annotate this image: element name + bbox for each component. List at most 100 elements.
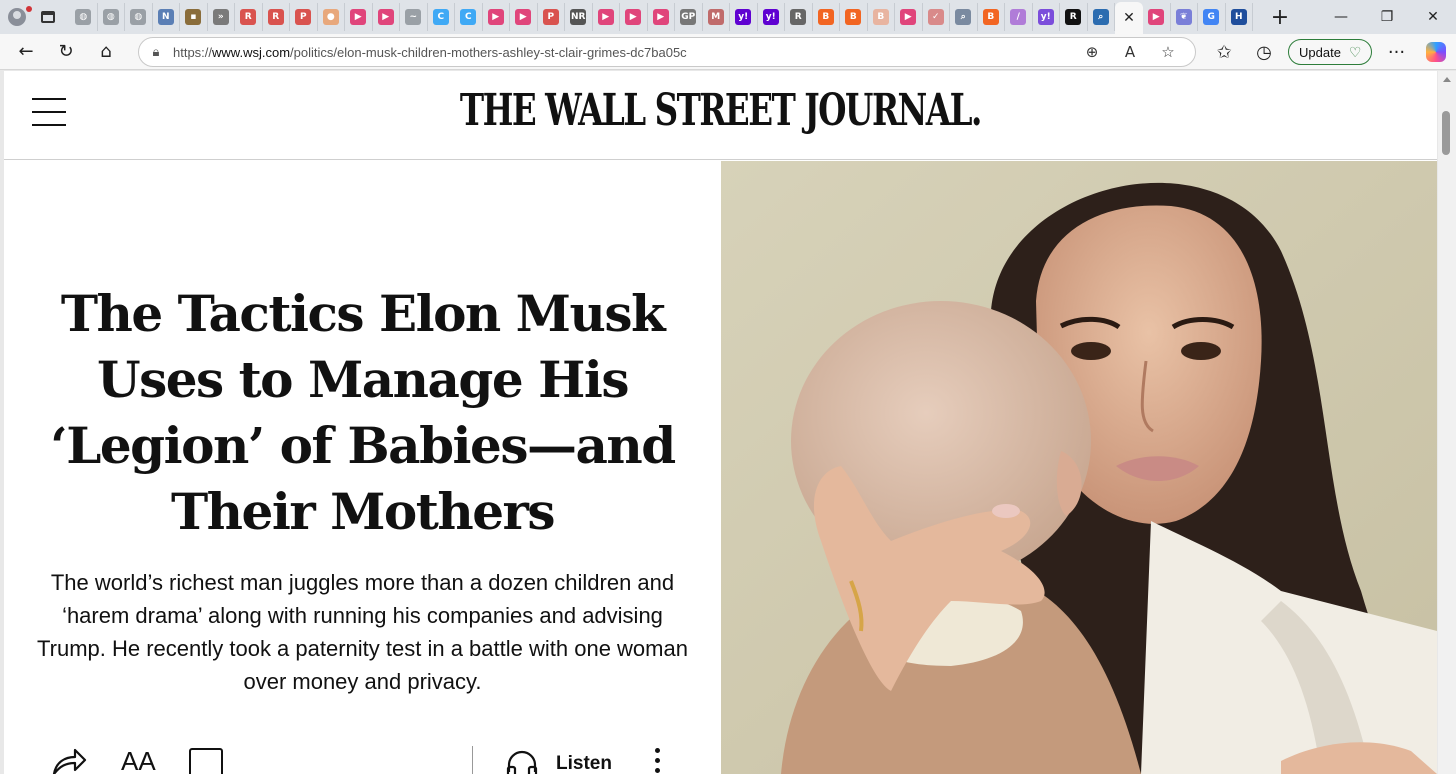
home-button[interactable]: ⌂	[86, 36, 126, 68]
browser-tab[interactable]: ▪	[180, 3, 208, 31]
profile-avatar[interactable]	[0, 0, 34, 34]
browser-tab[interactable]: B	[868, 3, 895, 31]
g-icon: G	[1203, 9, 1220, 25]
browser-tab[interactable]: GP	[675, 3, 703, 31]
save-bookmark-icon[interactable]	[189, 748, 223, 774]
browser-tab[interactable]: ▶	[620, 3, 648, 31]
tab-list: ◍ ◍ ◍ N ▪» R R P ● ▶ ▶ ~ C C ▶ ▶ P NR ▶ ▶ ▶ GP My! y! R B B B ▶ ✓ ⌕ B / y…	[70, 0, 1253, 34]
web-page: THE WALL STREET JOURNAL. The Tactics Elo…	[4, 71, 1437, 774]
browser-tab[interactable]: ●	[318, 3, 345, 31]
browser-tab[interactable]: ◍	[70, 3, 98, 31]
scroll-thumb[interactable]	[1442, 111, 1450, 155]
rss-icon: B	[845, 9, 862, 25]
browser-tab[interactable]: M	[703, 3, 730, 31]
read-aloud-icon[interactable]: A	[1111, 43, 1149, 61]
yahoo-icon: y!	[762, 9, 779, 25]
refresh-button[interactable]: ↻	[46, 36, 86, 68]
browser-tab[interactable]: C	[455, 3, 483, 31]
globe-icon: ◍	[75, 9, 92, 25]
tab-actions-icon	[41, 11, 55, 23]
restore-button[interactable]: ❐	[1364, 0, 1410, 34]
listen-button[interactable]: Listen	[556, 753, 612, 774]
browser-tab[interactable]: ⌕	[1088, 3, 1115, 31]
close-window-button[interactable]: ✕	[1410, 0, 1456, 34]
browser-tab[interactable]: ▶	[510, 3, 538, 31]
video-icon: ▶	[515, 9, 532, 25]
tab-strip: ◍ ◍ ◍ N ▪» R R P ● ▶ ▶ ~ C C ▶ ▶ P NR ▶ ▶ ▶ GP My! y! R B B B ▶ ✓ ⌕ B / y…	[0, 0, 1456, 34]
url-text[interactable]: https://www.wsj.com/politics/elon-musk-c…	[173, 45, 1073, 60]
address-bar[interactable]: 🔒︎ https://www.wsj.com/politics/elon-mus…	[138, 37, 1196, 67]
browser-tab[interactable]: R	[263, 3, 290, 31]
menu-hamburger-icon[interactable]	[32, 98, 66, 126]
browser-tab[interactable]: C	[428, 3, 455, 31]
browser-tab[interactable]: B	[978, 3, 1005, 31]
browser-tab[interactable]: H	[1226, 3, 1253, 31]
video-icon: ▶	[487, 9, 504, 25]
browser-tab[interactable]: ◍	[98, 3, 125, 31]
favorites-icon[interactable]: ✩	[1204, 36, 1244, 68]
browser-tab[interactable]: R	[235, 3, 263, 31]
masthead-logo[interactable]: THE WALL STREET JOURNAL.	[190, 86, 1250, 135]
vertical-scrollbar[interactable]	[1438, 71, 1456, 774]
browser-tab[interactable]: /	[1005, 3, 1033, 31]
copilot-button[interactable]	[1416, 36, 1456, 68]
c-icon: C	[432, 9, 449, 25]
browser-tab[interactable]: »	[208, 3, 235, 31]
h-icon: H	[1230, 9, 1247, 25]
more-options-icon[interactable]	[655, 748, 661, 774]
pdf-icon: P	[542, 9, 559, 25]
browser-tab[interactable]: N	[153, 3, 180, 31]
doc-icon: ▪	[185, 9, 202, 25]
browser-tab[interactable]: ▶	[373, 3, 400, 31]
browser-tab[interactable]: ▶	[593, 3, 620, 31]
browser-tab[interactable]: ❦	[1171, 3, 1198, 31]
browser-tab[interactable]: y!	[758, 3, 785, 31]
update-heart-icon: ♡	[1348, 43, 1362, 60]
arrow-icon: »	[212, 9, 229, 25]
browser-tab[interactable]: P	[290, 3, 318, 31]
browser-tab[interactable]: y!	[730, 3, 758, 31]
active-tab-close-button[interactable]: ✕	[1115, 2, 1143, 34]
tools-divider	[472, 746, 473, 774]
history-icon[interactable]: ◷	[1244, 36, 1284, 68]
back-button[interactable]: ←	[6, 36, 46, 68]
browser-tab[interactable]: ▶	[345, 3, 373, 31]
browser-tab[interactable]: ▶	[1143, 3, 1171, 31]
headphones-icon[interactable]	[505, 748, 539, 774]
r-icon: R	[790, 9, 807, 25]
browser-tab[interactable]: NR	[565, 3, 593, 31]
minimize-button[interactable]: —	[1318, 0, 1364, 34]
browser-tab[interactable]: ⌕	[950, 3, 978, 31]
nr-icon: NR	[570, 9, 587, 25]
browser-tab[interactable]: y!	[1033, 3, 1060, 31]
share-icon[interactable]	[51, 746, 87, 774]
video-icon: ▶	[900, 9, 917, 25]
browser-tab[interactable]: B	[813, 3, 840, 31]
browser-tab[interactable]: B	[840, 3, 868, 31]
b-icon: B	[872, 9, 889, 25]
browser-tab[interactable]: ▶	[483, 3, 510, 31]
browser-tab[interactable]: P	[538, 3, 565, 31]
browser-tab[interactable]: R	[1060, 3, 1088, 31]
browser-tab[interactable]: ✓	[923, 3, 950, 31]
text-size-button[interactable]: AA	[121, 746, 156, 774]
favorite-star-icon[interactable]: ☆	[1149, 43, 1187, 61]
tab-actions-button[interactable]	[34, 3, 62, 31]
browser-tab[interactable]: G	[1198, 3, 1226, 31]
check-icon: ✓	[927, 9, 944, 25]
new-tab-button[interactable]: +	[1265, 2, 1295, 32]
browser-tab[interactable]: R	[785, 3, 813, 31]
r-icon: R	[1065, 9, 1082, 25]
browser-tab[interactable]: ◍	[125, 3, 153, 31]
browser-tab[interactable]: ~	[400, 3, 428, 31]
scroll-up-arrow-icon[interactable]	[1443, 77, 1451, 82]
rss-icon: B	[982, 9, 999, 25]
yahoo-icon: y!	[1037, 9, 1054, 25]
more-menu-icon[interactable]: ···	[1376, 36, 1416, 68]
butterfly-icon: ❦	[1175, 9, 1192, 25]
browser-tab[interactable]: ▶	[648, 3, 675, 31]
browser-tab[interactable]: ▶	[895, 3, 923, 31]
update-button[interactable]: Update ♡	[1288, 39, 1373, 65]
lock-icon[interactable]: 🔒︎	[139, 45, 173, 60]
zoom-icon[interactable]: ⊕	[1073, 43, 1111, 61]
